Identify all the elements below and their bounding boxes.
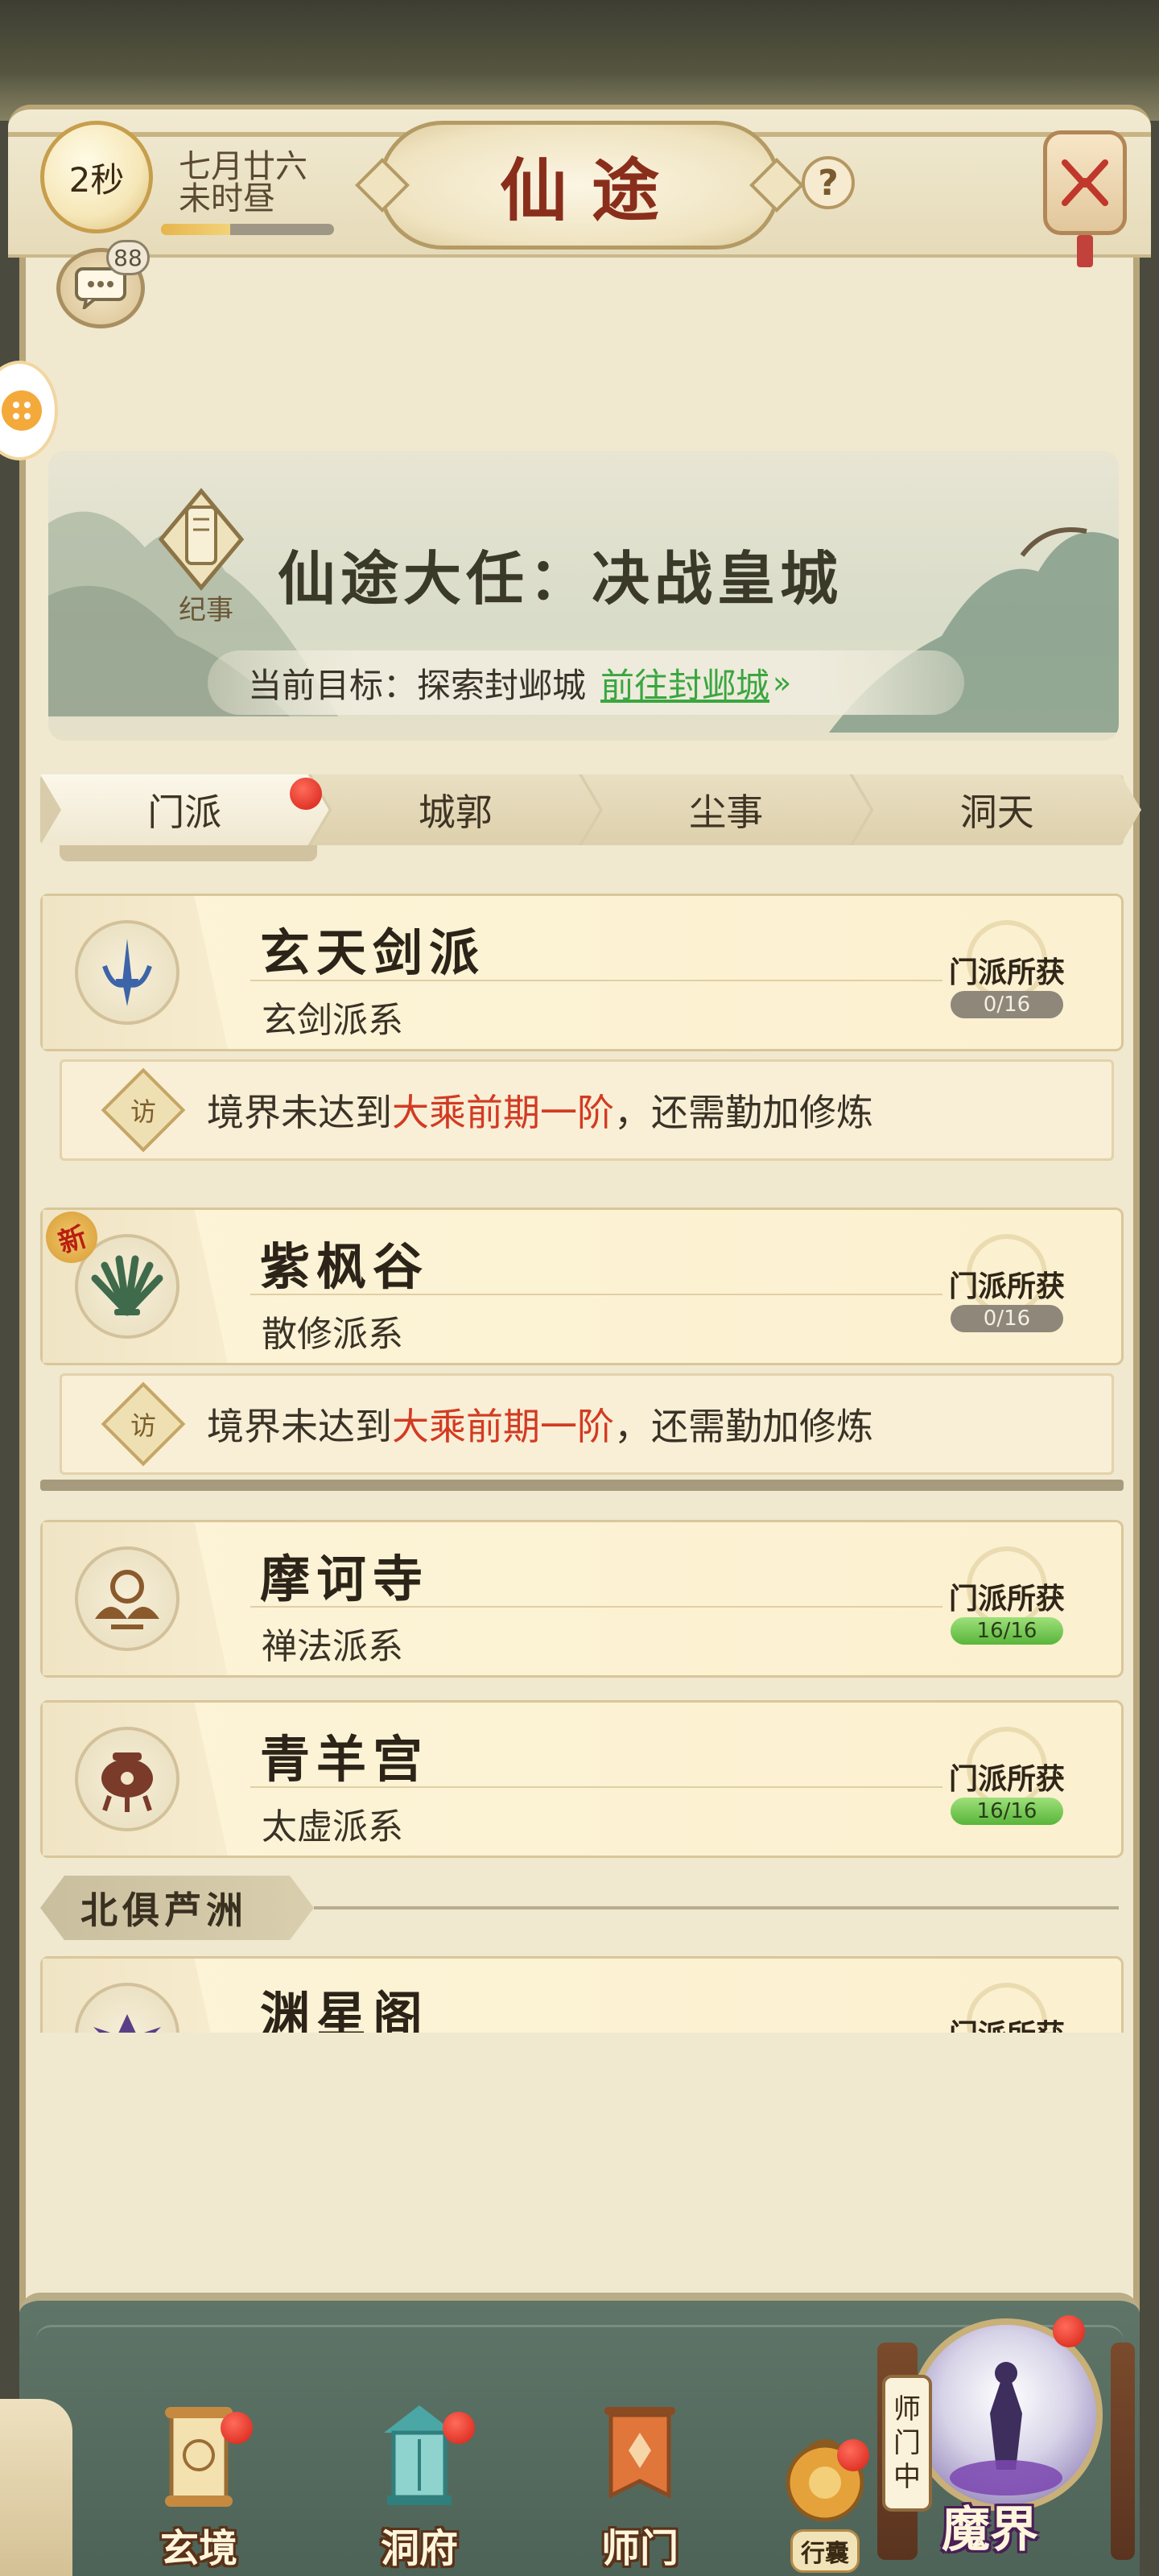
sect-card[interactable]: 摩诃寺 禅法派系 门派所获 16/16 (40, 1520, 1124, 1678)
demon-realm-label: 魔界 (942, 2502, 1038, 2558)
tab-cave[interactable]: 洞天 (853, 774, 1142, 845)
gain-count: 0/16 (951, 1305, 1063, 1332)
lantern-menu-button[interactable] (1043, 130, 1127, 235)
title-plate: 仙途 (378, 121, 781, 250)
gain-label: 门派所获 (948, 1762, 1065, 1796)
category-tabs: 门派 城郭 尘事 洞天 (40, 774, 1124, 845)
tab-label: 洞天 (959, 791, 1034, 834)
nav-label: 行囊 (790, 2529, 860, 2573)
nav-notification-dot (443, 2412, 475, 2444)
nav-shimen[interactable]: 师门 (563, 2380, 716, 2573)
region-label: 北俱芦洲 (40, 1876, 314, 1940)
sect-card[interactable]: 新 紫枫谷 散修派系 门派所获 0/16 (40, 1204, 1124, 1365)
visit-icon: 访 (101, 1067, 186, 1153)
bag-icon (777, 2417, 873, 2529)
gamepad-icon (2, 390, 42, 431)
nav-xuanjing[interactable]: 玄境 (122, 2380, 275, 2573)
sect-list[interactable]: 玄天剑派 玄剑派系 门派所获 0/16 访 境界未达到大乘前期一阶，还需勤加修炼 (40, 845, 1124, 2033)
gain-count: 16/16 (951, 1617, 1063, 1645)
top-scenery (0, 0, 1159, 121)
region-header-partial (60, 845, 317, 861)
sect-name: 摩诃寺 (260, 1550, 430, 1608)
sect-gain-badge: 门派所获 0/16 (926, 920, 1087, 1033)
tab-notification-dot (290, 778, 322, 810)
day-progress-fill (161, 224, 230, 235)
requirement-text: 境界未达到大乘前期一阶，还需勤加修炼 (207, 1091, 873, 1134)
sect-name: 紫枫谷 (260, 1237, 430, 1296)
sect-name: 青羊宫 (260, 1730, 430, 1789)
tab-label: 尘事 (689, 791, 764, 834)
censer-emblem-icon (75, 1727, 179, 1831)
sect-name: 玄天剑派 (260, 923, 486, 982)
region-header: 北俱芦洲 (40, 1876, 1124, 1940)
requirement-row: 访 境界未达到大乘前期一阶，还需勤加修炼 (60, 1059, 1114, 1161)
sect-school: 散修派系 (262, 1314, 403, 1355)
chevron-right-icon[interactable]: » (773, 665, 791, 700)
sect-school: 禅法派系 (262, 1626, 403, 1667)
gain-label: 门派所获 (948, 1582, 1065, 1616)
help-icon: ? (818, 162, 839, 204)
sect-card[interactable]: 玄天剑派 玄剑派系 门派所获 0/16 (40, 894, 1124, 1051)
tab-sect[interactable]: 门派 (40, 774, 329, 845)
gain-label: 门派所获 (948, 1269, 1065, 1303)
sect-school: 玄剑派系 (262, 1000, 403, 1041)
nav-label: 师门 (600, 2526, 678, 2571)
sword-emblem-icon (75, 920, 179, 1025)
sect-school: 太虚派系 (262, 1806, 403, 1847)
nav-label: 洞府 (380, 2526, 458, 2571)
tab-mundane[interactable]: 尘事 (582, 774, 871, 845)
nav-notification-dot (221, 2412, 253, 2444)
requirement-row: 访 境界未达到大乘前期一阶，还需勤加修炼 (60, 1373, 1114, 1475)
gain-count: 16/16 (951, 1798, 1063, 1825)
time-period: 未时昼 (179, 180, 275, 217)
help-button[interactable]: ? (802, 156, 855, 209)
objective-bar: 当前目标：探索封邺城 前往封邺城 » (208, 650, 964, 715)
sect-card[interactable]: 渊星阁 门派所获 (40, 1956, 1124, 2033)
tab-label: 城郭 (418, 791, 493, 834)
demon-figure-icon (950, 2362, 1062, 2496)
tab-city[interactable]: 城郭 (311, 774, 600, 845)
visit-icon: 访 (101, 1381, 186, 1467)
master-sign: 师 门 中 (882, 2375, 932, 2512)
timer-label: 2秒 (68, 159, 125, 200)
gain-label: 门派所获 (926, 2012, 1087, 2033)
chronicle-label: 纪事 (179, 594, 233, 626)
page-title: 仙途 (499, 150, 683, 230)
gain-count: 0/16 (951, 991, 1063, 1018)
objective-text: 当前目标：探索封邺城 (248, 665, 587, 705)
sect-gain-badge: 门派所获 16/16 (926, 1546, 1087, 1659)
timer-badge[interactable]: 2秒 (40, 121, 153, 233)
nav-label: 玄境 (159, 2526, 237, 2571)
portal-frame (1111, 2343, 1135, 2560)
lotus-emblem-icon (75, 1546, 179, 1651)
demon-realm-button[interactable] (909, 2318, 1103, 2512)
tab-label: 门派 (147, 791, 222, 834)
day-progress-bar (161, 224, 334, 235)
sect-name: 渊星阁 (260, 1986, 430, 2033)
sect-gain-badge: 门派所获 (926, 1983, 1087, 2033)
scroll-ornament (0, 2399, 72, 2576)
nav-notification-dot (837, 2439, 869, 2471)
lantern-menu-icon (1062, 159, 1108, 206)
requirement-text: 境界未达到大乘前期一阶，还需勤加修炼 (207, 1405, 873, 1448)
sect-gain-badge: 门派所获 0/16 (926, 1234, 1087, 1347)
chat-unread-badge: 88 (106, 240, 150, 275)
quest-title: 仙途大任：决战皇城 (278, 544, 843, 613)
banner-flag-icon (592, 2401, 688, 2513)
nav-dongfu[interactable]: 洞府 (343, 2380, 496, 2573)
objective-link[interactable]: 前往封邺城 (600, 658, 769, 708)
lantern-tassel (1077, 235, 1093, 267)
nav-notification-dot (1053, 2315, 1085, 2347)
sect-card[interactable]: 青羊宫 太虚派系 门派所获 16/16 (40, 1700, 1124, 1858)
gain-label: 门派所获 (948, 956, 1065, 989)
sect-gain-badge: 门派所获 16/16 (926, 1727, 1087, 1839)
